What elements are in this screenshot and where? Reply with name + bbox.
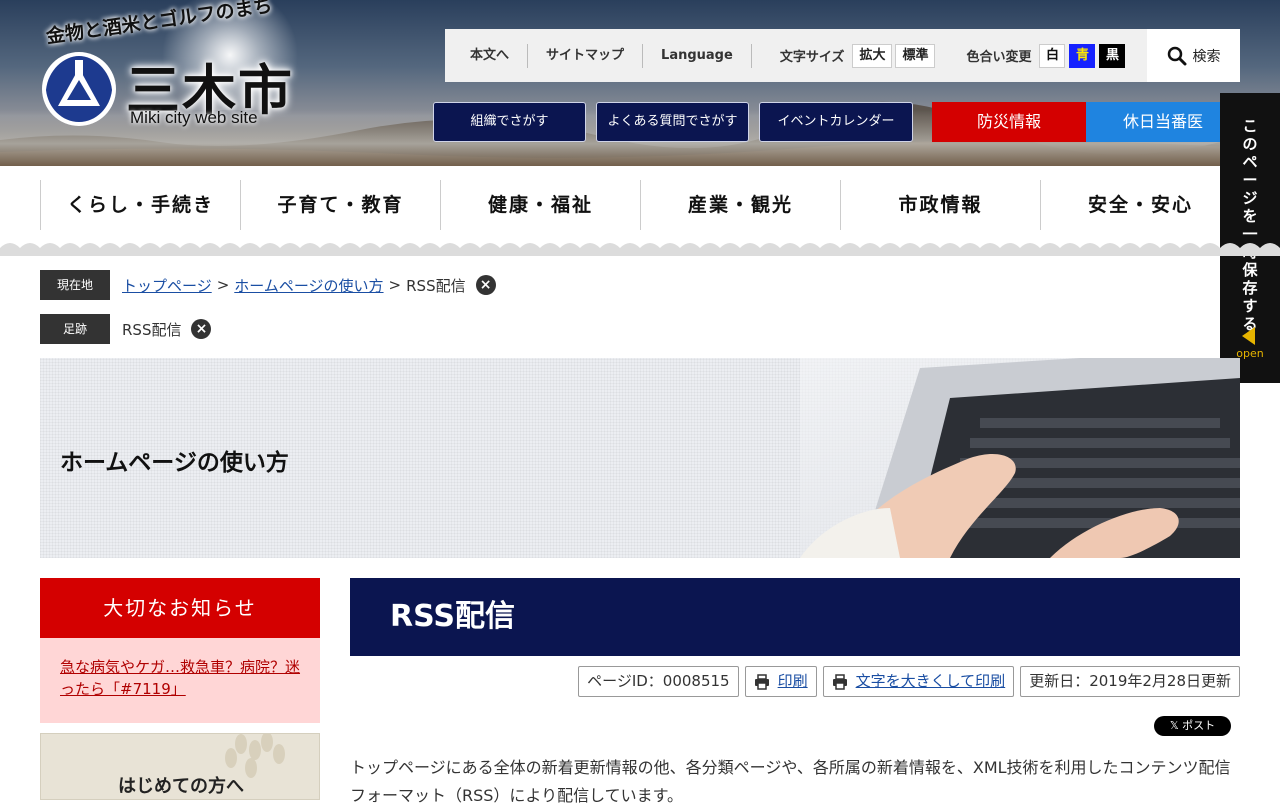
close-icon[interactable]: × (191, 319, 212, 339)
notice-7119-link[interactable]: 急な病気やケガ…救急車？病院？迷ったら「#7119」 (60, 658, 300, 698)
for-beginners-banner[interactable]: はじめての方へ (40, 733, 320, 800)
breadcrumb: 現在地 トップページ > ホームページの使い方 > RSS配信 × (40, 270, 496, 300)
print-button[interactable]: 印刷 (744, 666, 817, 697)
color-white-button[interactable]: 白 (1039, 43, 1066, 68)
logo-subtitle: Miki city web site (130, 108, 258, 127)
logo-catchcopy: 金物と酒米とゴルフのまち (44, 0, 274, 49)
sitemap-link[interactable]: サイトマップ (528, 43, 644, 68)
gnav-health-welfare[interactable]: 健康・福祉 (440, 180, 640, 230)
language-link[interactable]: Language (643, 43, 752, 68)
font-size-label: 文字サイズ (779, 50, 845, 65)
gnav-city-administration[interactable]: 市政情報 (840, 180, 1040, 230)
disaster-info-button[interactable]: 防災情報 (932, 102, 1086, 142)
global-nav: くらし・手続き 子育て・教育 健康・福祉 産業・観光 市政情報 安全・安心 (40, 180, 1240, 230)
x-post-button[interactable]: 𝕏 ポスト (1154, 716, 1231, 736)
laptop-typing-image (800, 358, 1240, 558)
search-by-faq-button[interactable]: よくある質問でさがす (596, 102, 749, 142)
gnav-living[interactable]: くらし・手続き (40, 180, 240, 230)
skip-to-content-link[interactable]: 本文へ (445, 43, 529, 68)
gnav-childcare-education[interactable]: 子育て・教育 (240, 180, 440, 230)
search-label: 検索 (1192, 48, 1221, 65)
site-logo[interactable]: 金物と酒米とゴルフのまち 三木市 Miki city web site (40, 0, 300, 142)
color-change-control: 色合い変更 白 青 黒 (938, 43, 1129, 68)
gnav-industry-tourism[interactable]: 産業・観光 (640, 180, 840, 230)
color-blue-button[interactable]: 青 (1069, 43, 1096, 68)
utility-bar: 本文へ サイトマップ Language 文字サイズ 拡大 標準 色合い変更 白 … (445, 29, 1240, 82)
breadcrumb-separator: > (216, 276, 230, 294)
printer-icon (754, 673, 769, 690)
event-calendar-button[interactable]: イベントカレンダー (759, 102, 913, 142)
color-change-label: 色合い変更 (966, 50, 1032, 65)
nav-wave-divider (0, 243, 1280, 256)
updated-date: 更新日：2019年2月28日更新 (1020, 666, 1240, 697)
font-size-control: 文字サイズ 拡大 標準 (752, 43, 939, 68)
print-large-button[interactable]: 文字を大きくして印刷 (822, 666, 1015, 697)
important-notice-heading: 大切なお知らせ (40, 578, 320, 638)
body-paragraph: トップページにある全体の新着更新情報の他、各分類ページや、各所属の新着情報を、X… (350, 758, 1231, 805)
print-large-link[interactable]: 文字を大きくして印刷 (856, 667, 1006, 696)
breadcrumb-current-page: RSS配信 (406, 276, 466, 295)
holiday-doctor-button[interactable]: 休日当番医 (1086, 102, 1240, 142)
save-page-label: このページを一時保存する (1242, 117, 1258, 333)
color-black-button[interactable]: 黒 (1099, 43, 1126, 68)
history-label: 足跡 (40, 314, 110, 344)
city-emblem-icon (42, 52, 116, 126)
search-icon (1167, 46, 1186, 65)
site-header: 金物と酒米とゴルフのまち 三木市 Miki city web site 本文へ … (0, 0, 1280, 166)
history-item: RSS配信 (122, 320, 182, 339)
font-size-standard-button[interactable]: 標準 (895, 43, 936, 68)
category-hero-banner: ホームページの使い方 (40, 358, 1240, 558)
font-size-enlarge-button[interactable]: 拡大 (852, 43, 893, 68)
breadcrumb-link-top[interactable]: トップページ (122, 275, 212, 296)
for-beginners-label: はじめての方へ (118, 776, 244, 797)
page-meta-row: ページID：0008515 印刷 文字を大きくして印刷 更新日：2019年2月2… (572, 666, 1240, 697)
hero-title: ホームページの使い方 (60, 450, 289, 476)
breadcrumb-link-howto[interactable]: ホームページの使い方 (234, 275, 383, 296)
breadcrumb-separator: > (388, 276, 402, 294)
gnav-safety[interactable]: 安全・安心 (1040, 180, 1240, 230)
important-notice-box: 急な病気やケガ…救急車？病院？迷ったら「#7119」 (40, 638, 320, 723)
page-title: RSS配信 (350, 578, 1240, 656)
breadcrumb-current-label: 現在地 (40, 270, 110, 300)
search-button[interactable]: 検索 (1147, 29, 1240, 82)
page-id: ページID：0008515 (578, 666, 739, 697)
close-icon[interactable]: × (475, 275, 496, 295)
history-trail: 足跡 RSS配信 × (40, 314, 212, 344)
open-arrow-icon (1242, 327, 1255, 345)
printer-icon (832, 673, 847, 690)
print-link[interactable]: 印刷 (778, 667, 808, 696)
search-by-organization-button[interactable]: 組織でさがす (433, 102, 586, 142)
